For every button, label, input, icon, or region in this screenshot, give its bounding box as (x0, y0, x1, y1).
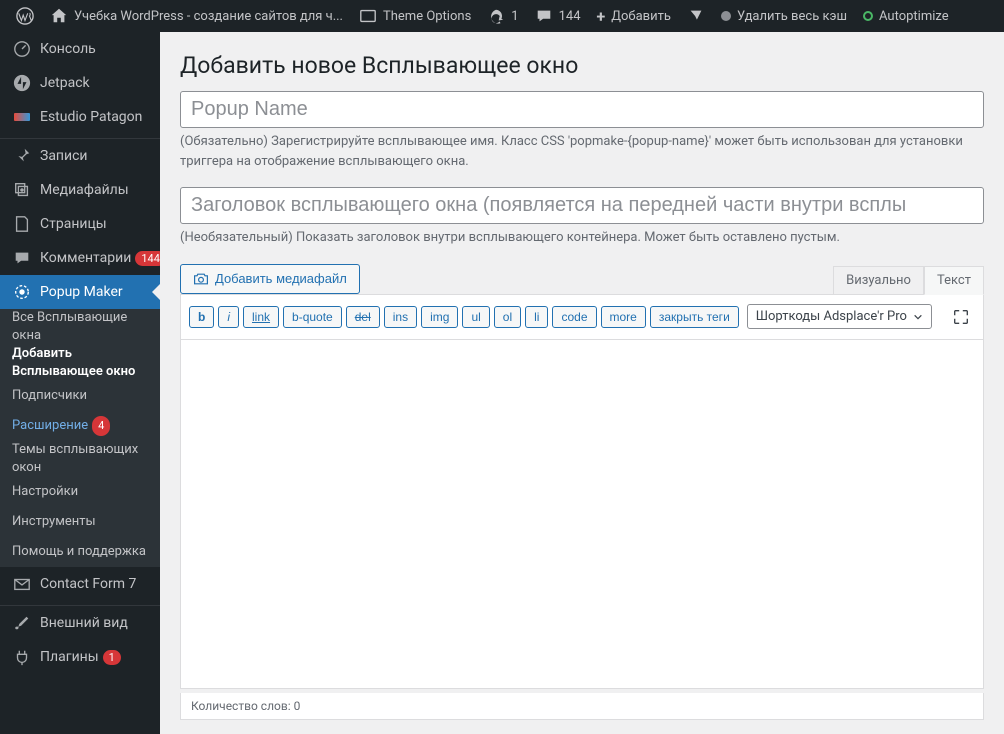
menu-popup-maker[interactable]: Popup Maker (0, 275, 160, 309)
add-media-button[interactable]: Добавить медиафайл (180, 264, 360, 294)
comments-badge: 144 (135, 251, 160, 266)
menu-estudio[interactable]: Estudio Patagon (0, 100, 160, 134)
sub-subscribers[interactable]: Подписчики (0, 381, 160, 411)
sub-help[interactable]: Помощь и поддержка (0, 537, 160, 567)
menu-cf7[interactable]: Contact Form 7 (0, 567, 160, 601)
menu-console[interactable]: Консоль (0, 32, 160, 66)
extend-badge: 4 (92, 416, 110, 436)
qt-more[interactable]: more (601, 306, 646, 328)
mail-icon (12, 574, 32, 594)
fullscreen-button[interactable] (947, 303, 975, 331)
menu-media[interactable]: Медиафайлы (0, 173, 160, 207)
editor-tabs: Визуально Текст (833, 266, 984, 294)
comments-count[interactable]: 144 (527, 0, 589, 32)
menu-plugins[interactable]: Плагины1 (0, 640, 160, 674)
shortcodes-select[interactable]: Шорткоды Adsplace'r Pro (747, 304, 932, 329)
yoast[interactable] (679, 0, 713, 32)
popup-icon (12, 282, 32, 302)
name-help: (Обязательно) Зарегистрируйте всплывающе… (180, 132, 984, 171)
sub-add-popup[interactable]: Добавить Всплывающее окно (0, 345, 160, 381)
quicktags-bar: b i link b-quote del ins img ul ol li co… (180, 294, 984, 339)
tab-visual[interactable]: Визуально (833, 266, 924, 294)
site-home[interactable]: Учебка WordPress - создание сайтов для ч… (42, 0, 351, 32)
media-icon (12, 180, 32, 200)
title-help: (Необязательный) Показать заголовок внут… (180, 228, 984, 248)
menu-jetpack[interactable]: Jetpack (0, 66, 160, 100)
menu-posts[interactable]: Записи (0, 139, 160, 173)
qt-code[interactable]: code (552, 306, 596, 328)
plug-icon (12, 647, 32, 667)
qt-img[interactable]: img (421, 306, 458, 328)
chevron-down-icon (913, 312, 923, 322)
sub-tools[interactable]: Инструменты (0, 507, 160, 537)
sub-settings[interactable]: Настройки (0, 477, 160, 507)
qt-li[interactable]: li (525, 306, 548, 328)
tab-text[interactable]: Текст (924, 266, 984, 295)
estudio-icon (12, 107, 32, 127)
qt-bquote[interactable]: b-quote (283, 306, 342, 328)
popup-title-input[interactable] (180, 187, 984, 224)
popup-name-input[interactable] (180, 91, 984, 128)
dot-icon (721, 11, 731, 21)
page-icon (12, 214, 32, 234)
qt-b[interactable]: b (189, 306, 214, 328)
fullscreen-icon (952, 308, 970, 326)
page-title: Добавить новое Всплывающее окно (180, 52, 984, 79)
sub-themes[interactable]: Темы всплывающих окон (0, 441, 160, 477)
content-editor[interactable] (180, 339, 984, 689)
qt-ol[interactable]: ol (494, 306, 521, 328)
pin-icon (12, 146, 32, 166)
qt-close[interactable]: закрыть теги (650, 306, 739, 328)
plugins-badge: 1 (103, 650, 121, 665)
circle-icon (863, 11, 873, 21)
autoptimize[interactable]: Autoptimize (855, 0, 957, 32)
qt-i[interactable]: i (218, 306, 239, 328)
sub-extend[interactable]: Расширение4 (0, 411, 160, 441)
qt-link[interactable]: link (243, 306, 279, 328)
brush-icon (12, 613, 32, 633)
submenu-popup: Все Всплывающие окна Добавить Всплывающе… (0, 309, 160, 567)
plus-icon: + (597, 7, 606, 26)
wp-logo[interactable] (8, 0, 42, 32)
clear-cache[interactable]: Удалить весь кэш (713, 0, 855, 32)
updates[interactable]: 1 (479, 0, 526, 32)
dashboard-icon (12, 39, 32, 59)
site-name: Учебка WordPress - создание сайтов для ч… (74, 9, 343, 24)
menu-comments[interactable]: Комментарии144 (0, 241, 160, 275)
jetpack-icon (12, 73, 32, 93)
theme-options[interactable]: Theme Options (351, 0, 479, 32)
comment-icon (12, 248, 32, 268)
menu-pages[interactable]: Страницы (0, 207, 160, 241)
qt-ins[interactable]: ins (384, 306, 417, 328)
add-new[interactable]: +Добавить (589, 0, 679, 32)
word-count: Количество слов: 0 (180, 693, 984, 720)
qt-del[interactable]: del (346, 306, 380, 328)
camera-icon (193, 271, 209, 287)
menu-appearance[interactable]: Внешний вид (0, 606, 160, 640)
qt-ul[interactable]: ul (462, 306, 489, 328)
sub-all-popups[interactable]: Все Всплывающие окна (0, 309, 160, 345)
